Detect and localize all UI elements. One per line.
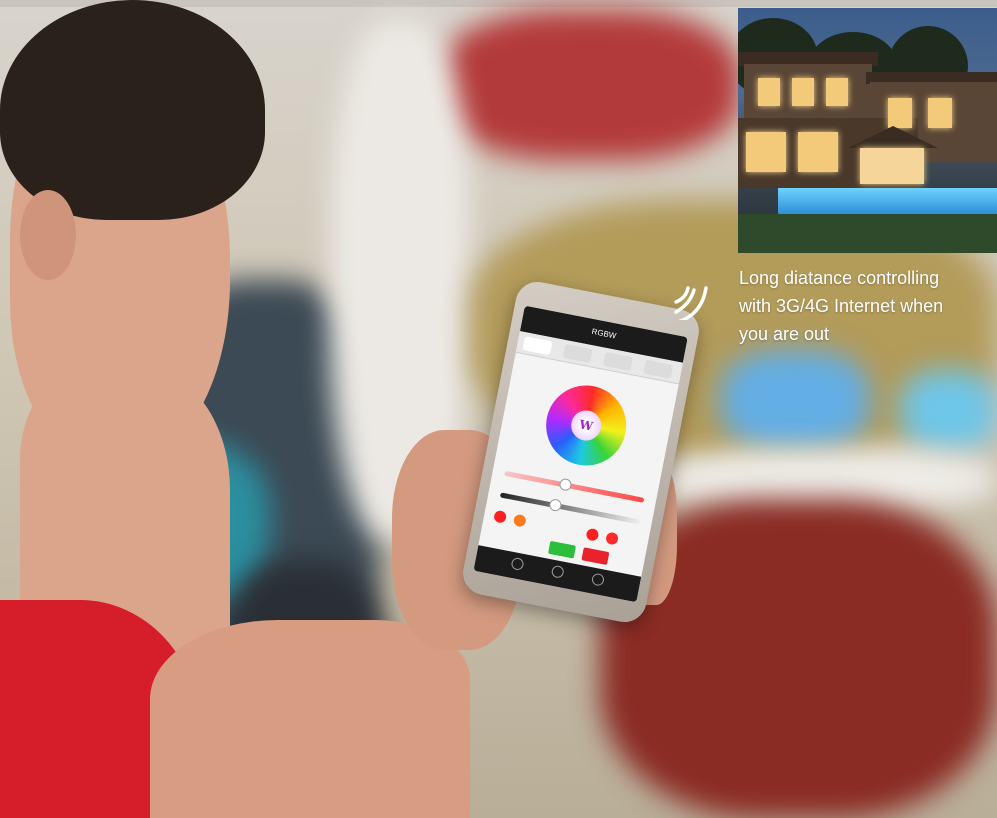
tab-3[interactable] [602,351,634,371]
w-logo-icon: W [568,407,604,444]
arm [150,620,470,818]
pool [778,188,997,214]
lawn [738,214,997,253]
on-button[interactable] [548,540,577,559]
window-upper-2 [792,78,814,106]
window-upper-1 [758,78,780,106]
off-button[interactable] [581,547,610,566]
background-product-blue [720,350,870,450]
caption-line-2: with 3G/4G Internet when [739,296,944,316]
tab-4[interactable] [643,359,674,379]
hair [0,0,265,220]
brightness-slider-thumb[interactable] [558,477,573,492]
window-upper-3 [826,78,848,106]
preset-color-red[interactable] [493,509,508,524]
nav-timer-icon[interactable] [590,572,606,587]
nav-music-icon[interactable] [550,564,565,579]
window-lower-1 [746,132,786,172]
tab-2[interactable] [562,344,593,364]
house-night-photo [738,8,997,253]
white-slider-thumb[interactable] [548,498,563,513]
background-product-blue-right [900,370,997,450]
caption-line-1: Long diatance controlling [739,268,940,288]
preset-color-orange[interactable] [512,513,527,528]
gazebo-light [860,148,924,184]
preset-color-red-2[interactable] [585,527,600,542]
wireless-signal-icon [674,286,708,320]
ear [20,190,76,280]
photo-scene: RGBW W Long diatance controlling with 3G… [0,0,997,818]
tab-1[interactable] [522,336,553,356]
color-wheel[interactable]: W [539,378,634,473]
nav-color-icon[interactable] [510,556,525,571]
window-right-2 [928,98,952,128]
window-lower-2 [798,132,838,172]
add-preset-icon[interactable] [605,531,620,546]
window-right-1 [888,98,912,128]
caption: Long diatance controlling with 3G/4G Int… [739,264,997,348]
caption-line-3: you are out [739,324,830,344]
